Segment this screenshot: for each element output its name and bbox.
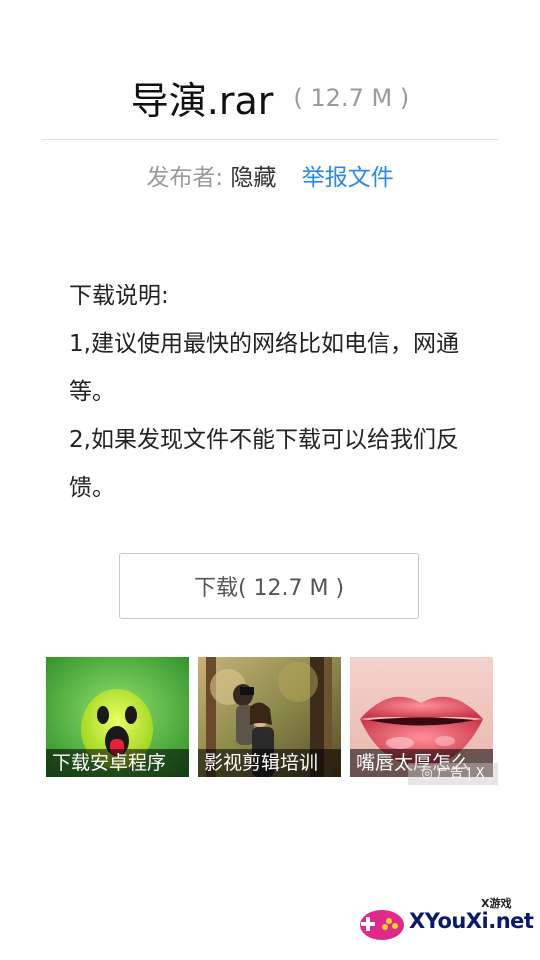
download-instructions: 下载说明: 1,建议使用最快的网络比如电信，网通等。 2,如果发现文件不能下载可… xyxy=(69,272,469,512)
publisher-value: 隐藏 xyxy=(230,165,277,191)
instruction-line-2: 2,如果发现文件不能下载可以给我们反馈。 xyxy=(69,427,459,501)
download-page: 导演.rar ( 12.7 M ) 发布者: 隐藏 举报文件 下载说明: 1,建议… xyxy=(0,0,540,960)
file-name: 导演.rar xyxy=(130,79,274,123)
ad-card-lips[interactable]: 嘴唇太厚怎么 xyxy=(350,657,493,777)
instructions-heading: 下载说明: xyxy=(69,283,169,309)
file-title-row: 导演.rar ( 12.7 M ) xyxy=(0,70,540,125)
ad-card-android[interactable]: 下载安卓程序 xyxy=(46,657,189,777)
file-size: ( 12.7 M ) xyxy=(293,83,410,112)
download-button[interactable]: 下载( 12.7 M ) xyxy=(119,553,419,619)
publisher-label: 发布者: xyxy=(146,165,224,191)
ad-caption: 影视剪辑培训 xyxy=(198,749,341,777)
gamepad-logo-icon xyxy=(360,910,404,940)
ad-card-video-editing[interactable]: 影视剪辑培训 xyxy=(198,657,341,777)
watermark-brand-text: XYouXi.net xyxy=(409,909,534,933)
site-watermark: X游戏 XYouXi.net xyxy=(357,895,534,950)
title-divider xyxy=(42,139,498,140)
publisher-row: 发布者: 隐藏 举报文件 xyxy=(0,158,540,192)
ad-banner-row: 下载安卓程序 影视剪辑培训 嘴唇太厚怎么 xyxy=(46,657,496,777)
report-file-link[interactable]: 举报文件 xyxy=(302,165,394,191)
ad-close-button[interactable]: ◎ 广告 | X xyxy=(408,763,498,785)
instruction-line-1: 1,建议使用最快的网络比如电信，网通等。 xyxy=(69,331,459,405)
ad-caption: 下载安卓程序 xyxy=(46,749,189,777)
